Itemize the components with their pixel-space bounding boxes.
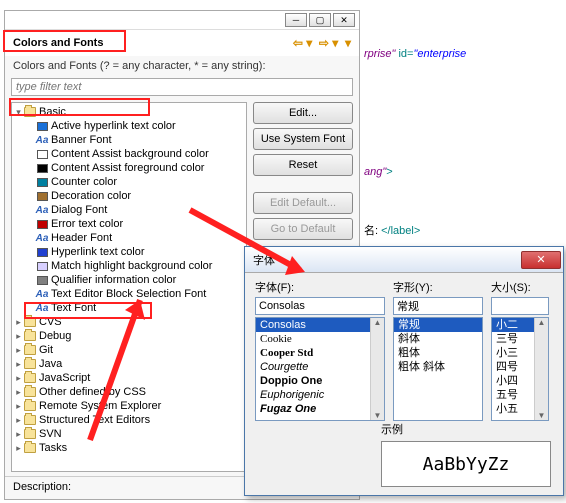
list-item[interactable]: Cooper Std	[256, 346, 384, 360]
tree-node[interactable]: AaBanner Font	[12, 133, 246, 147]
tree-node[interactable]: Counter color	[12, 175, 246, 189]
list-item[interactable]: 常规	[394, 318, 482, 332]
hint-label: Colors and Fonts (? = any character, * =…	[5, 56, 359, 76]
list-item[interactable]: Fugaz One	[256, 402, 384, 416]
tree-node[interactable]: Qualifier information color	[12, 273, 246, 287]
edit-default-button: Edit Default...	[253, 192, 353, 214]
size-label: 大小(S):	[491, 279, 549, 295]
tree-node[interactable]: Content Assist foreground color	[12, 161, 246, 175]
tree-node[interactable]: ▸JavaScript	[12, 371, 246, 385]
scrollbar[interactable]	[370, 318, 384, 420]
font-input[interactable]	[255, 297, 385, 315]
use-system-font-button[interactable]: Use System Font	[253, 128, 353, 150]
style-label: 字形(Y):	[393, 279, 483, 295]
list-item[interactable]: Courgette	[256, 360, 384, 374]
tree[interactable]: ▾BasicActive hyperlink text colorAaBanne…	[11, 102, 247, 472]
reset-button[interactable]: Reset	[253, 154, 353, 176]
tree-node[interactable]: ▸Debug	[12, 329, 246, 343]
tree-node[interactable]: ▸Remote System Explorer	[12, 399, 246, 413]
size-input[interactable]	[491, 297, 549, 315]
tree-node[interactable]: ▸Git	[12, 343, 246, 357]
section-title: Colors and Fonts	[13, 37, 103, 49]
tree-node[interactable]: AaText Editor Block Selection Font	[12, 287, 246, 301]
list-item[interactable]: 斜体	[394, 332, 482, 346]
filter-input[interactable]	[11, 78, 353, 96]
tree-node[interactable]: ▸Java	[12, 357, 246, 371]
maximize-button[interactable]: ▢	[309, 13, 331, 27]
edit-button[interactable]: Edit...	[253, 102, 353, 124]
tree-node[interactable]: Content Assist background color	[12, 147, 246, 161]
list-item[interactable]: Consolas	[256, 318, 384, 332]
font-dialog: 字体 ✕ 字体(F): ConsolasCookieCooper StdCour…	[244, 246, 564, 496]
tree-node[interactable]: ▸Structured Text Editors	[12, 413, 246, 427]
tree-node[interactable]: AaDialog Font	[12, 203, 246, 217]
tree-node[interactable]: ▸Tasks	[12, 441, 246, 455]
tree-node[interactable]: Match highlight background color	[12, 259, 246, 273]
tree-node[interactable]: Active hyperlink text color	[12, 119, 246, 133]
tree-node[interactable]: ▸SVN	[12, 427, 246, 441]
font-dialog-title: 字体	[253, 252, 275, 268]
minimize-button[interactable]: ─	[285, 13, 307, 27]
tree-node[interactable]: Decoration color	[12, 189, 246, 203]
close-button[interactable]: ✕	[333, 13, 355, 27]
sample-box: AaBbYyZz	[381, 441, 551, 487]
tree-node[interactable]: ▸CVS	[12, 315, 246, 329]
go-to-default-button: Go to Default	[253, 218, 353, 240]
tree-node[interactable]: AaHeader Font	[12, 231, 246, 245]
list-item[interactable]: Doppio One	[256, 374, 384, 388]
font-list[interactable]: ConsolasCookieCooper StdCourgetteDoppio …	[255, 317, 385, 421]
scrollbar[interactable]	[534, 318, 548, 420]
tree-node[interactable]: Error text color	[12, 217, 246, 231]
list-item[interactable]: Cookie	[256, 332, 384, 346]
style-list[interactable]: 常规斜体粗体粗体 斜体	[393, 317, 483, 421]
list-item[interactable]: Euphorigenic	[256, 388, 384, 402]
tree-node[interactable]: ▸Other defined by CSS	[12, 385, 246, 399]
list-item[interactable]: 粗体	[394, 346, 482, 360]
window-titlebar: ─ ▢ ✕	[5, 11, 359, 30]
font-dialog-close[interactable]: ✕	[521, 251, 561, 269]
list-item[interactable]: 粗体 斜体	[394, 360, 482, 374]
sample-label: 示例	[381, 421, 551, 437]
nav-arrows[interactable]: ⇦ ▾ ⇨ ▾ ▾	[293, 36, 351, 50]
tree-node[interactable]: ▾Basic	[12, 105, 246, 119]
tree-node[interactable]: AaText Font	[12, 301, 246, 315]
tree-node[interactable]: Hyperlink text color	[12, 245, 246, 259]
size-list[interactable]: 小二三号小三四号小四五号小五	[491, 317, 549, 421]
font-label: 字体(F):	[255, 279, 385, 295]
style-input[interactable]	[393, 297, 483, 315]
